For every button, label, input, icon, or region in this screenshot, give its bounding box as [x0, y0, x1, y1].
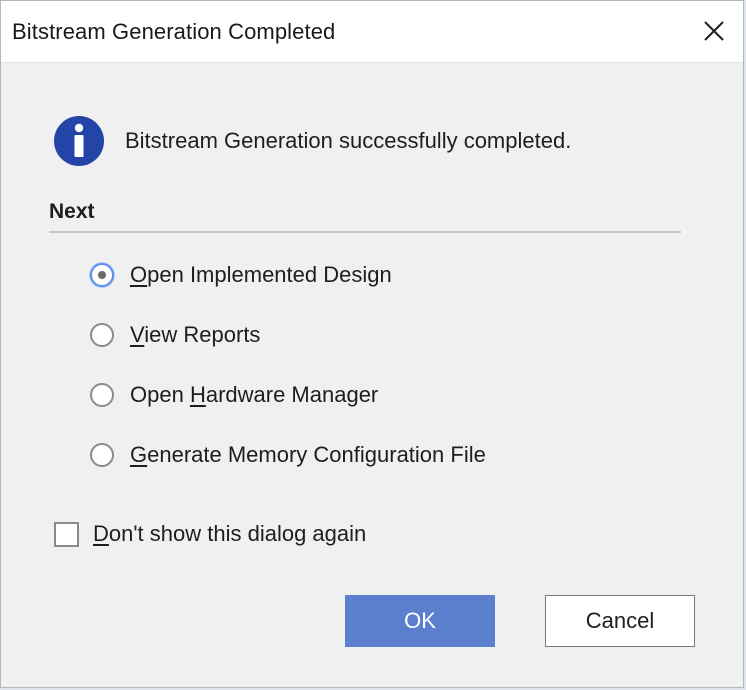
option-label: Open Hardware Manager [130, 382, 379, 407]
info-message: Bitstream Generation successfully comple… [125, 128, 572, 153]
option-view-reports[interactable]: View Reports [90, 322, 260, 348]
close-icon [704, 21, 724, 41]
option-label: View Reports [130, 322, 261, 347]
cancel-button[interactable]: Cancel [545, 595, 695, 647]
info-icon [54, 116, 104, 166]
next-section-header: Next [49, 200, 95, 223]
bitstream-dialog: Bitstream Generation Completed Bitstream… [0, 0, 744, 688]
radio-view-reports[interactable] [90, 323, 114, 347]
dont-show-again-row[interactable]: Don't show this dialog again [54, 521, 366, 547]
option-label: Open Implemented Design [130, 262, 392, 287]
option-open-hardware-manager[interactable]: Open Hardware Manager [90, 382, 378, 408]
ok-button[interactable]: OK [345, 595, 495, 647]
option-generate-memory-config-file[interactable]: Generate Memory Configuration File [90, 442, 486, 468]
title-bar: Bitstream Generation Completed [1, 1, 743, 63]
dont-show-again-label: Don't show this dialog again [93, 521, 367, 546]
info-message-row: Bitstream Generation successfully comple… [53, 115, 571, 167]
close-button[interactable] [685, 1, 743, 61]
radio-open-implemented-design[interactable] [90, 263, 114, 287]
section-divider [49, 231, 681, 233]
radio-generate-memory-config-file[interactable] [90, 443, 114, 467]
radio-open-hardware-manager[interactable] [90, 383, 114, 407]
option-label: Generate Memory Configuration File [130, 442, 486, 467]
option-open-implemented-design[interactable]: Open Implemented Design [90, 262, 392, 288]
dialog-title: Bitstream Generation Completed [12, 19, 336, 44]
dont-show-again-checkbox[interactable] [54, 521, 79, 547]
